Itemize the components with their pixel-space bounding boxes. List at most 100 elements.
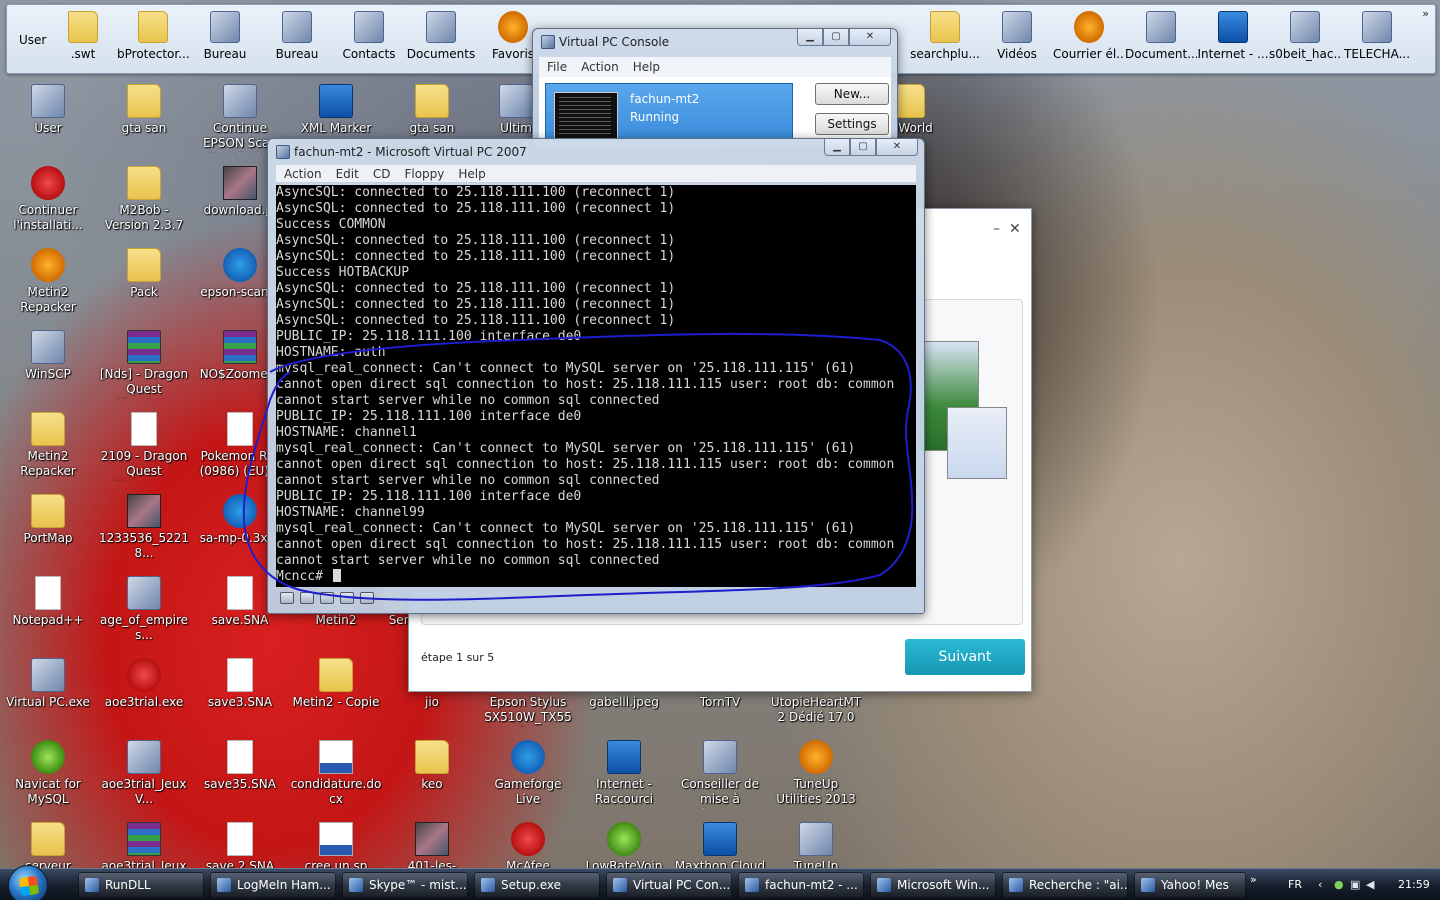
toolbar-item[interactable]: Vidéos [981, 9, 1053, 69]
taskbar-overflow-chevron[interactable]: » [1250, 873, 1257, 886]
desktop-icon[interactable]: Continuer l'installati... [2, 166, 94, 233]
desktop-icon[interactable]: Gameforge Live [482, 740, 574, 807]
toolbar-item[interactable]: Bureau [261, 9, 333, 69]
desktop-icon[interactable]: serveur [2, 822, 94, 874]
desktop-icon[interactable]: M2Bob - Version 2.3.7 [98, 166, 190, 233]
taskbar-button[interactable]: Microsoft Win... [870, 872, 996, 898]
desktop-icon[interactable]: User [2, 84, 94, 136]
taskbar-button[interactable]: Skype™ - mist... [342, 872, 468, 898]
menu-file[interactable]: File [547, 60, 567, 74]
minimize-button[interactable]: ▁ [824, 139, 850, 156]
taskbar-button[interactable]: LogMeIn Ham... [210, 872, 336, 898]
menu-edit[interactable]: Edit [336, 167, 359, 181]
clock[interactable]: 21:59 [1398, 878, 1430, 891]
network-icon[interactable]: ▣ [1350, 878, 1360, 891]
desktop-icon[interactable]: age_of_empires... [98, 576, 190, 643]
floppy-icon[interactable] [320, 592, 334, 604]
next-button[interactable]: Suivant [905, 639, 1025, 675]
desktop-icon[interactable]: keo [386, 740, 478, 792]
toolbar-item[interactable]: bProtector... [117, 9, 189, 69]
desktop-icon[interactable]: Conseiller de mise à niveau... [674, 740, 766, 809]
maximize-button[interactable]: ▢ [823, 29, 849, 46]
upgrade-advisor-icon [703, 740, 737, 774]
menu-cd[interactable]: CD [373, 167, 391, 181]
maximize-button[interactable]: ▢ [850, 139, 876, 156]
desktop-icon[interactable]: Navicat for MySQL [2, 740, 94, 807]
desktop-icon[interactable]: LowRateVoip [578, 822, 670, 874]
desktop-icon[interactable]: aoe3trial.exe [98, 658, 190, 710]
file-icon [227, 576, 253, 610]
desktop-icon[interactable]: XML Marker [290, 84, 382, 136]
desktop-icon[interactable]: TuneUp Utilities 2013 [770, 740, 862, 807]
desktop-icon[interactable]: Notepad++ [2, 576, 94, 628]
folder-icon [127, 84, 161, 118]
desktop-icon[interactable]: aoe3trial_JeuxV... [98, 740, 190, 807]
language-indicator[interactable]: FR [1288, 878, 1302, 891]
menu-help[interactable]: Help [633, 60, 660, 74]
desktop-icon[interactable]: TuneUp [770, 822, 862, 874]
volume-icon[interactable]: ◀ [1366, 878, 1374, 891]
taskbar-button[interactable]: Recherche : "ai... [1002, 872, 1128, 898]
tray-app-icon[interactable]: ● [1334, 878, 1344, 891]
desktop-icon[interactable]: 1233536_52218... [98, 494, 190, 561]
menu-help[interactable]: Help [458, 167, 485, 181]
settings-button[interactable]: Settings [815, 113, 889, 135]
desktop-icon[interactable]: Virtual PC.exe [2, 658, 94, 710]
vm-list-item[interactable]: fachun-mt2 Running [545, 83, 793, 141]
toolbar-item[interactable]: Documents [405, 9, 477, 69]
desktop-icon[interactable]: Metin2 Repacker [2, 248, 94, 315]
menu-bar: File Action Help [539, 57, 891, 77]
folder-icon [68, 11, 98, 43]
close-button[interactable]: ✕ [876, 139, 918, 156]
terminal-prompt[interactable]: Mcncc# [276, 569, 916, 585]
menu-action[interactable]: Action [581, 60, 619, 74]
desktop-icon[interactable]: Maxthon Cloud [674, 822, 766, 874]
close-button[interactable]: ✕ [849, 29, 891, 46]
desktop-icon[interactable]: save3.SNA [194, 658, 286, 710]
new-button[interactable]: New... [815, 83, 889, 105]
taskbar-button[interactable]: RunDLL [78, 872, 204, 898]
file-icon [227, 740, 253, 774]
toolbar-item[interactable]: searchplu... [909, 9, 981, 69]
desktop-icon[interactable]: [Nds] - Dragon Quest Monste... [98, 330, 190, 399]
desktop-icon[interactable]: WinSCP [2, 330, 94, 382]
desktop-icon[interactable]: save 2.SNA [194, 822, 286, 874]
toolbar-item[interactable]: s0beit_hac... [1269, 9, 1341, 69]
desktop-icon[interactable]: Metin2 - Copie [290, 658, 382, 710]
desktop-icon[interactable]: PortMap [2, 494, 94, 546]
desktop-icon[interactable]: Internet - Raccourci [578, 740, 670, 807]
desktop-icon[interactable]: gta san [98, 84, 190, 136]
taskbar-button[interactable]: Yahoo! Mes [1134, 872, 1246, 898]
terminal[interactable]: AsyncSQL: connected to 25.118.111.100 (r… [276, 185, 916, 587]
toolbar-item[interactable]: .swt [47, 9, 119, 69]
desktop-icon[interactable]: condidature.docx [290, 740, 382, 807]
minimize-button[interactable]: – [993, 221, 1000, 237]
vm-thumbnail [554, 92, 618, 140]
menu-action[interactable]: Action [284, 167, 322, 181]
toolbar-item[interactable]: TELECHA... [1341, 9, 1413, 69]
usb-icon[interactable] [360, 592, 374, 604]
desktop-icon[interactable]: Metin2 Repacker [2, 412, 94, 479]
close-button[interactable]: ✕ [1009, 221, 1021, 237]
toolbar-overflow-chevron[interactable]: » [1422, 7, 1429, 20]
menu-floppy[interactable]: Floppy [404, 167, 444, 181]
word-document-icon [319, 822, 353, 856]
desktop-icon[interactable]: cree un sp [290, 822, 382, 874]
tray-expand-icon[interactable]: ‹ [1318, 878, 1322, 891]
toolbar-item[interactable]: Document... [1125, 9, 1197, 69]
cd-icon[interactable] [300, 592, 314, 604]
desktop-icon[interactable]: save35.SNA [194, 740, 286, 792]
start-button[interactable] [8, 865, 48, 900]
toolbar-item[interactable]: Internet - ... [1197, 9, 1269, 69]
network-icon[interactable] [280, 592, 294, 604]
toolbar-item[interactable]: Bureau [189, 9, 261, 69]
taskbar-button[interactable]: Setup.exe [474, 872, 600, 898]
desktop-icon[interactable]: Pack [98, 248, 190, 300]
taskbar-button[interactable]: Virtual PC Con... [606, 872, 732, 898]
desktop-icon[interactable]: 2109 - Dragon Quest Monster... [98, 412, 190, 481]
minimize-button[interactable]: ▁ [797, 29, 823, 46]
shared-folder-icon[interactable] [340, 592, 354, 604]
taskbar-button[interactable]: fachun-mt2 - ... [738, 872, 864, 898]
toolbar-item[interactable]: Contacts [333, 9, 405, 69]
toolbar-item[interactable]: Courrier él... [1053, 9, 1125, 69]
